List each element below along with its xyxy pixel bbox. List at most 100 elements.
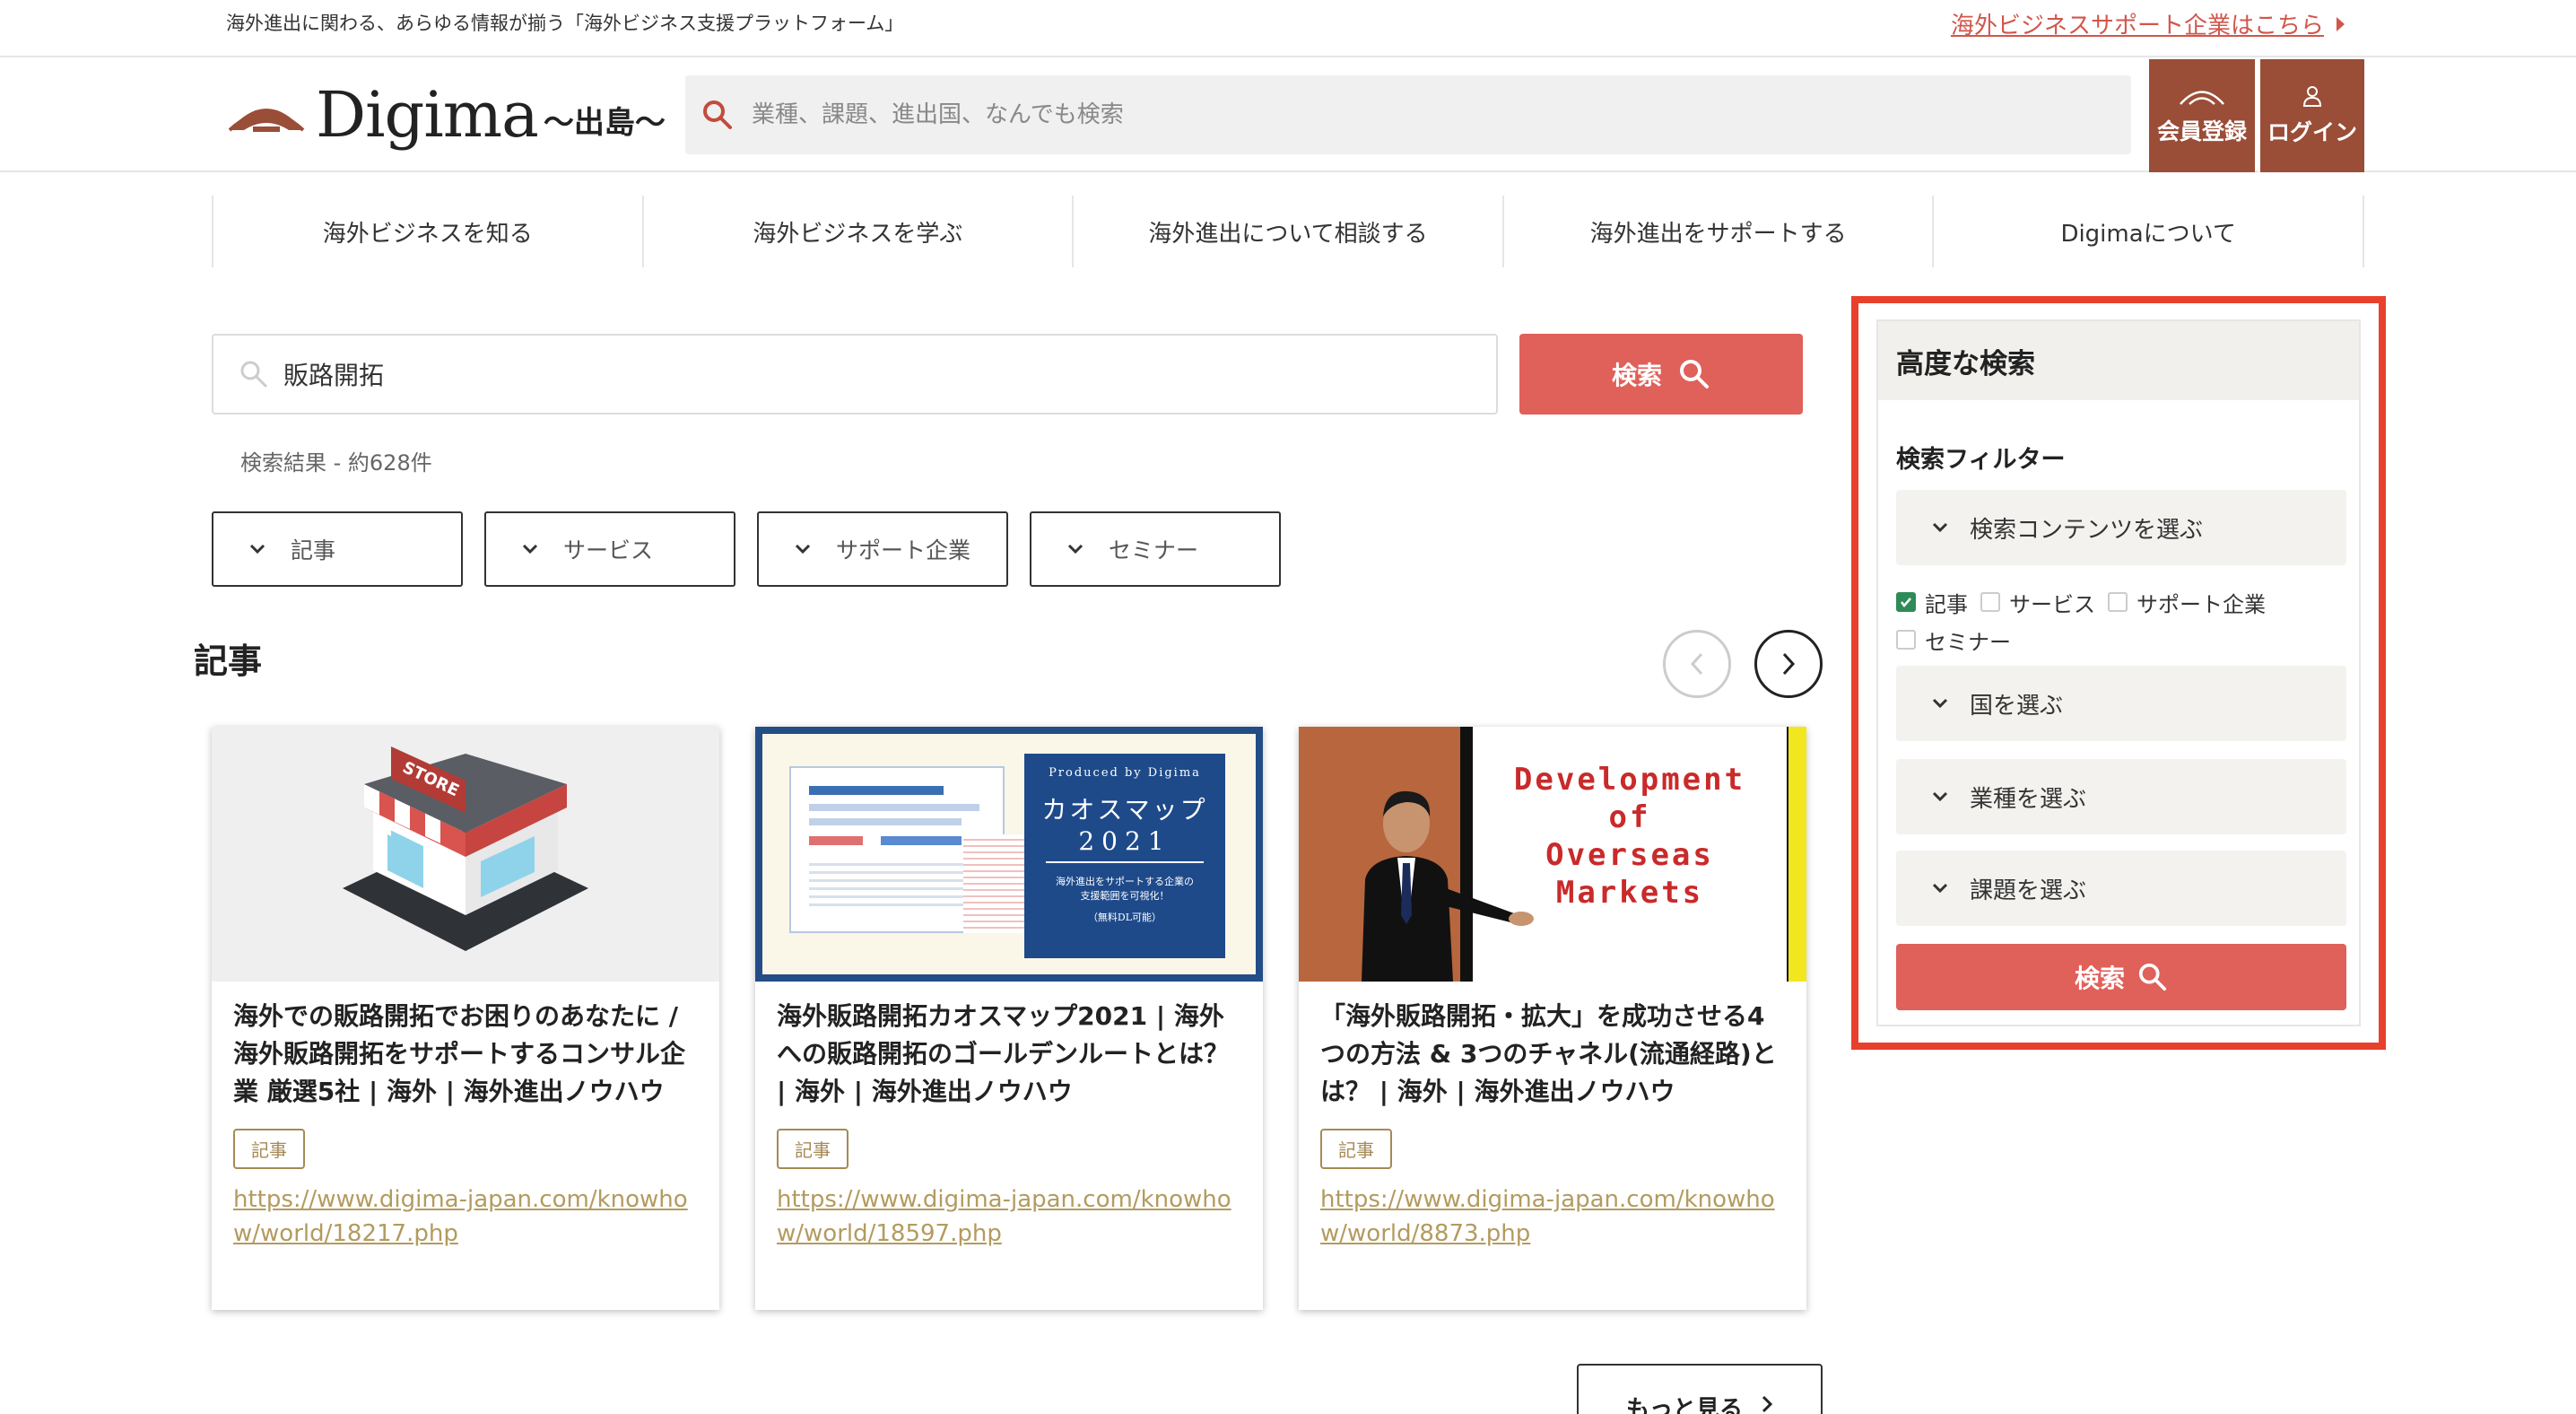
nav-item-about[interactable]: Digimaについて [1932, 196, 2364, 267]
checkbox-checked-icon [1896, 592, 1916, 612]
site-tagline: 海外進出に関わる、あらゆる情報が揃う「海外ビジネス支援プラットフォーム」 [226, 13, 904, 34]
checkbox-empty-icon [1980, 592, 2000, 612]
filter-seminars[interactable]: セミナー [1030, 511, 1281, 587]
industry-select-dropdown[interactable]: 業種を選ぶ [1896, 759, 2346, 834]
content-select-dropdown[interactable]: 検索コンテンツを選ぶ [1896, 490, 2346, 565]
nav-item-consult[interactable]: 海外進出について相談する [1072, 196, 1502, 267]
chevron-down-icon [1932, 522, 1948, 533]
filter-support-companies[interactable]: サポート企業 [757, 511, 1008, 587]
carousel-next-button[interactable] [1754, 630, 1823, 698]
search-icon [240, 361, 267, 388]
login-label: ログイン [2267, 119, 2357, 145]
nav-item-know[interactable]: 海外ビジネスを知る [212, 196, 642, 267]
chevron-left-icon [1690, 652, 1703, 676]
search-button-label: 検索 [1611, 361, 1662, 390]
businessman-illustration [1362, 790, 1534, 982]
logo-text: Digima [316, 78, 539, 152]
site-header: Digima 〜出島〜 会員登録 ログイン [0, 57, 2576, 172]
article-link[interactable]: https://www.digima-japan.com/knowhow/wor… [233, 1183, 700, 1251]
country-select-label: 国を選ぶ [1970, 692, 2064, 720]
article-card[interactable]: Development of Overseas Markets 「海外販路開拓・… [1299, 727, 1806, 1310]
support-link-label: 海外ビジネスサポート企業はこちら [1950, 13, 2324, 39]
search-button[interactable]: 検索 [1519, 334, 1803, 415]
chevron-down-icon [1932, 883, 1948, 894]
nav-item-support[interactable]: 海外進出をサポートする [1501, 196, 1933, 267]
thumb-main-title: カオスマップ [1041, 795, 1208, 825]
chevron-right-icon [1762, 1395, 1773, 1413]
chevron-down-icon [522, 544, 538, 554]
search-icon [1680, 360, 1709, 388]
filter-label: セミナー [1109, 537, 1199, 563]
global-nav: 海外ビジネスを知る 海外ビジネスを学ぶ 海外進出について相談する 海外進出をサポ… [212, 196, 2364, 267]
thumb-desc-2: 支援範囲を可視化！ [1080, 890, 1170, 902]
country-select-dropdown[interactable]: 国を選ぶ [1896, 666, 2346, 741]
thumb-note: （無料DL可能） [1087, 912, 1162, 923]
chevron-down-icon [1932, 698, 1948, 709]
advanced-search-title: 高度な検索 [1878, 321, 2359, 400]
checkbox-label: セミナー [1925, 629, 2011, 655]
checkbox-articles[interactable]: 記事 [1896, 587, 1968, 618]
content-select-label: 検索コンテンツを選ぶ [1970, 516, 2204, 544]
advanced-search-button[interactable]: 検索 [1896, 944, 2346, 1010]
fan-icon [2180, 91, 2224, 105]
chevron-down-icon [795, 544, 811, 554]
filter-label: サポート企業 [836, 537, 971, 563]
chevron-down-icon [249, 544, 265, 554]
content-checkboxes: 記事 サービス サポート企業 セミナー [1896, 583, 2346, 659]
checkbox-empty-icon [2108, 592, 2128, 612]
search-icon [2138, 963, 2167, 991]
support-companies-link[interactable]: 海外ビジネスサポート企業はこちら [1951, 7, 2345, 40]
article-link[interactable]: https://www.digima-japan.com/knowhow/wor… [1320, 1183, 1787, 1251]
filter-heading: 検索フィルター [1896, 446, 2066, 474]
top-strip: 海外進出に関わる、あらゆる情報が揃う「海外ビジネス支援プラットフォーム」 海外ビ… [0, 0, 2576, 57]
carousel-prev-button[interactable] [1663, 630, 1731, 698]
search-icon [703, 100, 732, 129]
thumb-desc-1: 海外進出をサポートする企業の [1056, 876, 1194, 887]
checkbox-support-companies[interactable]: サポート企業 [2108, 587, 2266, 618]
article-card[interactable]: Produced by Digima カオスマップ 2021 海外進出をサポート… [755, 727, 1263, 1310]
result-count: 検索結果 - 約628件 [240, 450, 432, 476]
see-more-label: もっと見る [1625, 1396, 1743, 1414]
logo-subtext: 〜出島〜 [543, 104, 666, 141]
caret-right-icon [2337, 17, 2345, 31]
checkbox-label: 記事 [1925, 591, 1968, 617]
header-search-input[interactable] [752, 101, 2007, 128]
article-title[interactable]: 「海外販路開拓・拡大」を成功させる4つの方法 & 3つのチャネル(流通経路)とは… [1320, 998, 1787, 1111]
article-link[interactable]: https://www.digima-japan.com/knowhow/wor… [777, 1183, 1243, 1251]
article-tag: 記事 [777, 1129, 849, 1169]
login-button[interactable]: ログイン [2258, 59, 2364, 172]
register-button[interactable]: 会員登録 [2149, 59, 2255, 172]
header-search-bar[interactable] [685, 75, 2131, 154]
filter-services[interactable]: サービス [484, 511, 735, 587]
checkbox-label: サービス [2009, 591, 2095, 617]
chevron-down-icon [1932, 791, 1948, 802]
article-thumbnail: Development of Overseas Markets [1299, 727, 1806, 982]
filter-label: サービス [563, 537, 654, 563]
checkbox-services[interactable]: サービス [1980, 587, 2095, 618]
filter-articles[interactable]: 記事 [212, 511, 463, 587]
main-search-value[interactable]: 販路開拓 [283, 356, 384, 392]
article-title[interactable]: 海外販路開拓カオスマップ2021 | 海外への販路開拓のゴールデンルートとは？ … [777, 998, 1243, 1111]
chevron-down-icon [1067, 544, 1083, 554]
checkbox-empty-icon [1896, 630, 1916, 650]
nav-item-learn[interactable]: 海外ビジネスを学ぶ [641, 196, 1073, 267]
chevron-right-icon [1782, 652, 1796, 676]
advanced-search-panel: 高度な検索 検索フィルター 検索コンテンツを選ぶ 記事 サービス サポート企業 … [1876, 319, 2361, 1026]
thumb-produced-by: Produced by Digima [1049, 766, 1201, 780]
store-illustration: STORE [343, 746, 588, 951]
checkbox-label: サポート企業 [2137, 591, 2266, 617]
issue-select-dropdown[interactable]: 課題を選ぶ [1896, 851, 2346, 926]
main-search-field[interactable]: 販路開拓 [212, 334, 1498, 415]
see-more-button[interactable]: もっと見る [1577, 1364, 1823, 1414]
content-type-filters: 記事 サービス サポート企業 セミナー [212, 511, 1302, 587]
industry-select-label: 業種を選ぶ [1970, 785, 2087, 813]
article-tag: 記事 [233, 1129, 305, 1169]
user-icon [2302, 86, 2322, 107]
article-title[interactable]: 海外での販路開拓でお困りのあなたに / 海外販路開拓をサポートするコンサル企業 … [233, 998, 700, 1111]
checkbox-seminars[interactable]: セミナー [1896, 624, 2011, 656]
register-label: 会員登録 [2156, 118, 2247, 144]
thumb-year: 2021 [1046, 826, 1204, 863]
article-card[interactable]: STORE 海外での販路開拓でお困りのあなたに / 海外販路開拓をサポートするコ… [212, 727, 719, 1310]
site-logo[interactable]: Digima 〜出島〜 [226, 77, 666, 153]
article-carousel: STORE 海外での販路開拓でお困りのあなたに / 海外販路開拓をサポートするコ… [212, 727, 1842, 1310]
